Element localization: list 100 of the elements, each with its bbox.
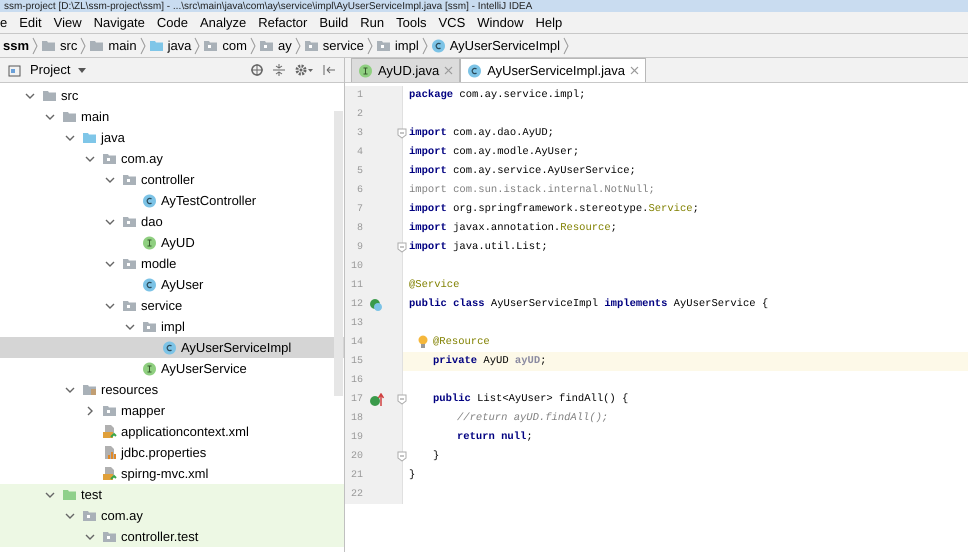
chevron-down-icon[interactable]	[125, 322, 135, 332]
package-icon	[122, 214, 137, 229]
line-number: 5	[356, 165, 363, 179]
breadcrumb-item[interactable]: com	[200, 36, 250, 56]
chevron-down-icon[interactable]	[85, 532, 95, 542]
line-number: 2	[356, 108, 363, 122]
breadcrumb-separator-icon	[250, 36, 256, 54]
chevron-right-icon[interactable]	[85, 406, 95, 416]
fold-marker-icon[interactable]	[397, 242, 407, 253]
tree-item[interactable]: jdbc.properties	[0, 442, 344, 463]
tree-item[interactable]: spirng-mvc.xml	[0, 463, 344, 484]
code-line: public List<AyUser> findAll() {	[433, 392, 628, 407]
chevron-down-icon[interactable]	[105, 300, 115, 310]
menu-item[interactable]: Window	[471, 12, 530, 32]
settings-icon[interactable]	[294, 63, 314, 77]
code-line: @Service	[409, 278, 460, 293]
menu-item[interactable]: Analyze	[194, 12, 252, 32]
line-number: 7	[356, 203, 363, 217]
menu-item[interactable]: View	[48, 12, 88, 32]
breadcrumb-item[interactable]: src	[38, 36, 80, 56]
chevron-down-icon[interactable]	[65, 384, 75, 394]
class-icon	[430, 38, 446, 53]
line-number: 21	[350, 469, 363, 483]
tree-item[interactable]: src	[0, 85, 344, 106]
code-line: import com.ay.service.AyUserService;	[409, 164, 636, 179]
breadcrumb-separator-icon	[563, 36, 570, 54]
tree-item[interactable]: AyUserService	[0, 358, 344, 379]
breadcrumb-item[interactable]: AyUserServiceImpl	[428, 36, 564, 56]
line-number: 9	[356, 241, 363, 255]
locate-icon[interactable]	[250, 63, 264, 77]
chevron-down-icon[interactable]	[85, 154, 95, 164]
menu-item[interactable]: Refactor	[252, 12, 314, 32]
code-line: import javax.annotation.Resource;	[409, 220, 617, 236]
line-number: 3	[356, 127, 363, 141]
breadcrumb-item[interactable]: ssm	[0, 36, 32, 56]
tree-item[interactable]: AyUser	[0, 274, 344, 295]
line-number: 12	[350, 298, 363, 312]
breadcrumb-item[interactable]: service	[300, 36, 367, 56]
chevron-down-icon[interactable]	[25, 90, 35, 100]
chevron-down-icon[interactable]	[65, 132, 75, 142]
chevron-down-icon[interactable]	[105, 258, 115, 268]
tree-item[interactable]: AyTestController	[0, 190, 344, 211]
menu-item[interactable]: Code	[150, 12, 194, 32]
scrollbar[interactable]	[334, 111, 343, 396]
package-icon	[203, 38, 218, 53]
tree-item[interactable]: modle	[0, 253, 344, 274]
line-number: 19	[350, 431, 363, 445]
chevron-down-icon[interactable]	[45, 490, 55, 500]
breadcrumb-item[interactable]: impl	[372, 36, 422, 56]
implemented-gutter-icon[interactable]	[369, 298, 383, 312]
fold-marker-icon[interactable]	[397, 394, 407, 405]
tree-item[interactable]: service	[0, 295, 344, 316]
menu-item[interactable]: Run	[354, 12, 390, 32]
lightbulb-icon[interactable]	[418, 335, 428, 350]
menu-item[interactable]: Build	[313, 12, 354, 32]
dropdown-caret-icon[interactable]	[78, 68, 86, 72]
chevron-down-icon[interactable]	[45, 112, 55, 122]
package-icon	[376, 38, 391, 53]
breadcrumb-item[interactable]: main	[86, 36, 140, 56]
breadcrumb-item[interactable]: ay	[256, 36, 295, 56]
chevron-down-icon[interactable]	[65, 510, 75, 520]
close-icon[interactable]	[630, 66, 639, 75]
tree-item[interactable]: AyUD	[0, 232, 344, 253]
tree-item[interactable]: impl	[0, 316, 344, 337]
package-icon	[102, 403, 117, 418]
tree-item[interactable]: controller.test	[0, 526, 344, 547]
code-line: public class AyUserServiceImpl implements AyUserService {	[409, 296, 768, 312]
fold-marker-icon[interactable]	[397, 128, 407, 139]
tree-item[interactable]: test	[0, 484, 344, 505]
chevron-down-icon[interactable]	[105, 174, 115, 184]
collapse-all-icon[interactable]	[272, 63, 286, 77]
breadcrumb-separator-icon	[140, 36, 146, 54]
tree-item[interactable]: AyUserServiceImpl	[0, 337, 344, 358]
resources-folder-icon	[82, 382, 97, 397]
fold-marker-icon[interactable]	[397, 451, 407, 462]
tree-item[interactable]: main	[0, 106, 344, 127]
tree-item[interactable]: com.ay	[0, 148, 344, 169]
menu-item[interactable]: e	[0, 12, 14, 32]
breadcrumb-item[interactable]: java	[146, 36, 194, 56]
properties-file-icon	[102, 445, 117, 460]
menu-item[interactable]: Edit	[13, 12, 48, 32]
editor-tab[interactable]: AyUserServiceImpl.java	[460, 58, 646, 82]
menu-item[interactable]: Tools	[390, 12, 433, 32]
tree-item[interactable]: mapper	[0, 400, 344, 421]
menu-item[interactable]: Navigate	[88, 12, 151, 32]
folder-icon	[62, 109, 77, 124]
tree-item[interactable]: controller	[0, 169, 344, 190]
menu-item[interactable]: VCS	[432, 12, 472, 32]
breadcrumb-separator-icon	[294, 36, 301, 54]
implementing-gutter-icon[interactable]	[369, 392, 385, 406]
hide-panel-icon[interactable]	[322, 63, 336, 77]
chevron-down-icon[interactable]	[105, 216, 115, 226]
tree-item[interactable]: applicationcontext.xml	[0, 421, 344, 442]
interface-icon	[142, 361, 157, 376]
tree-item[interactable]: java	[0, 127, 344, 148]
tree-item[interactable]: resources	[0, 379, 344, 400]
editor-tab[interactable]: AyUD.java	[351, 58, 460, 82]
tree-item[interactable]: dao	[0, 211, 344, 232]
menu-item[interactable]: Help	[530, 12, 568, 32]
tree-item[interactable]: com.ay	[0, 505, 344, 526]
